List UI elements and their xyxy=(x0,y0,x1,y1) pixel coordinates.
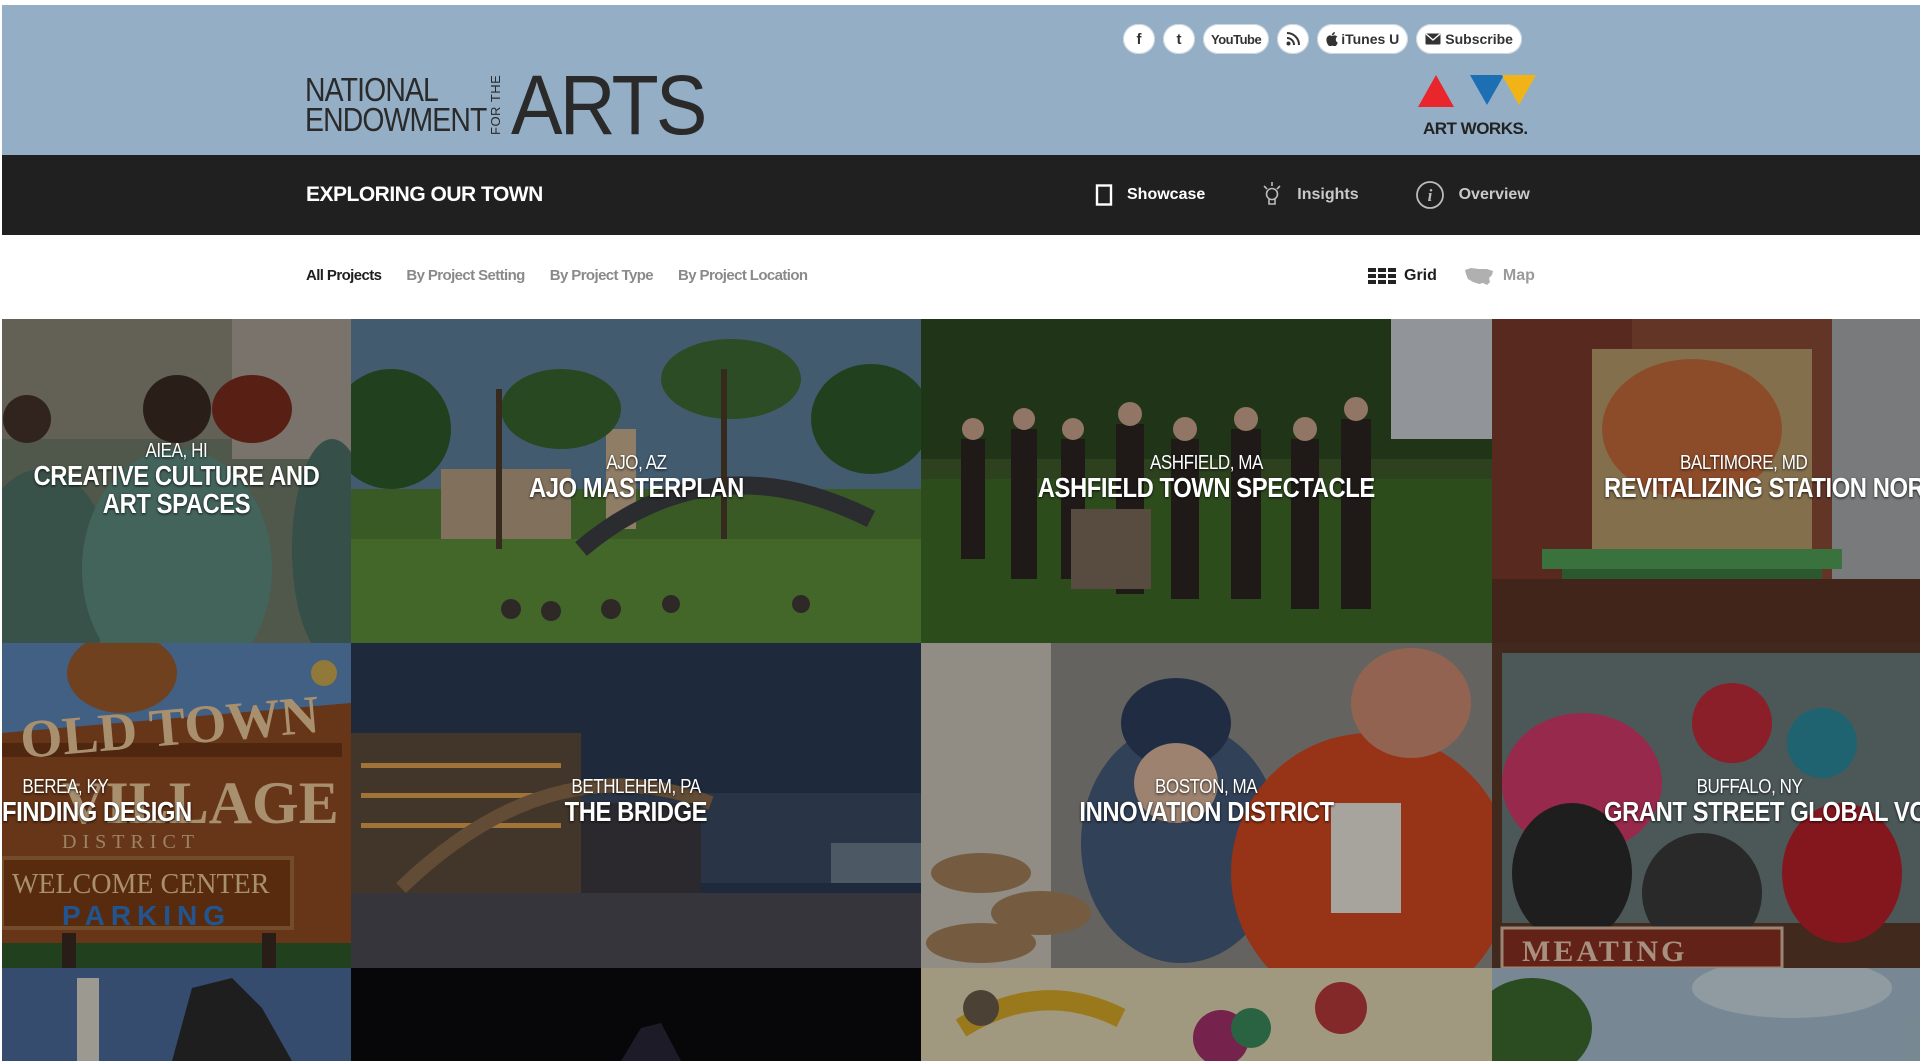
itunes-u-button[interactable]: iTunes U xyxy=(1317,24,1409,54)
view-grid-label: Grid xyxy=(1404,267,1437,284)
facebook-glyph: f xyxy=(1136,30,1142,48)
subscribe-button[interactable]: Subscribe xyxy=(1416,24,1522,54)
tab-overview[interactable]: i Overview xyxy=(1415,155,1530,235)
project-tile[interactable]: AIEA, HI CREATIVE CULTURE AND ART SPACES xyxy=(2,319,351,643)
project-tile[interactable]: OLD TOWN VILLAGE DISTRICT WELCOME CENTER… xyxy=(2,643,351,968)
project-tile[interactable]: BOSTON, MA INNOVATION DISTRICT xyxy=(921,643,1492,968)
project-tile[interactable] xyxy=(351,968,921,1061)
grid-icon xyxy=(1368,268,1396,284)
project-name: ASHFIELD TOWN SPECTACLE xyxy=(1037,472,1376,503)
tile-caption: BOSTON, MA INNOVATION DISTRICT xyxy=(921,643,1492,968)
info-icon: i xyxy=(1415,180,1445,210)
project-tile[interactable]: MEATING BUFFALO, NY GRANT STREET GLOBAL … xyxy=(1492,643,1920,968)
view-toggle: Grid Map xyxy=(1368,266,1535,286)
section-title[interactable]: EXPLORING OUR TOWN xyxy=(306,183,543,207)
project-grid: AIEA, HI CREATIVE CULTURE AND ART SPACES… xyxy=(0,319,1920,1061)
logo-line-endowment: ENDOWMENT xyxy=(305,101,487,138)
subscribe-label: Subscribe xyxy=(1445,31,1513,47)
project-location: AIEA, HI xyxy=(145,440,208,462)
tab-insights[interactable]: Insights xyxy=(1261,155,1359,235)
tile-caption: BALTIMORE, MD REVITALIZING STATION NORT xyxy=(1492,319,1920,643)
filter-by-setting[interactable]: By Project Setting xyxy=(406,267,525,284)
project-tile[interactable] xyxy=(1492,968,1920,1061)
nea-logo[interactable]: NATIONAL ENDOWMENT FOR THE ARTS xyxy=(305,58,722,152)
project-tile[interactable]: AJO, AZ AJO MASTERPLAN xyxy=(351,319,921,643)
view-map-button[interactable]: Map xyxy=(1463,266,1535,286)
twitter-icon[interactable]: t xyxy=(1163,24,1195,54)
tile-caption: BUFFALO, NY GRANT STREET GLOBAL VOIC xyxy=(1492,643,1920,968)
project-name: REVITALIZING STATION NORT xyxy=(1604,472,1920,503)
view-grid-button[interactable]: Grid xyxy=(1368,267,1437,285)
tab-overview-label: Overview xyxy=(1458,186,1530,203)
project-location: ASHFIELD, MA xyxy=(1150,452,1263,474)
logo-for-the: FOR THE xyxy=(487,74,503,136)
rss-icon[interactable] xyxy=(1277,24,1310,54)
tile-overlay xyxy=(2,968,351,1061)
tile-overlay xyxy=(1492,968,1920,1061)
youtube-icon[interactable]: YouTube xyxy=(1203,24,1270,54)
project-location: BOSTON, MA xyxy=(1155,776,1258,798)
project-tile[interactable]: ASHFIELD, MA ASHFIELD TOWN SPECTACLE xyxy=(921,319,1492,643)
tab-insights-label: Insights xyxy=(1297,186,1359,203)
mail-icon xyxy=(1425,33,1441,45)
project-name: GRANT STREET GLOBAL VOIC xyxy=(1604,796,1920,827)
site-header: NATIONAL ENDOWMENT FOR THE ARTS f t YouT… xyxy=(2,5,1920,155)
project-tile[interactable]: BETHLEHEM, PA THE BRIDGE xyxy=(351,643,921,968)
apple-icon xyxy=(1326,32,1338,46)
project-tile[interactable] xyxy=(921,968,1492,1061)
tab-showcase-label: Showcase xyxy=(1127,186,1206,203)
tile-caption: BEREA, KY FINDING DESIGN xyxy=(2,643,351,968)
filter-by-location[interactable]: By Project Location xyxy=(678,267,808,284)
filter-by-type[interactable]: By Project Type xyxy=(550,267,654,284)
svg-text:i: i xyxy=(1427,186,1432,205)
lightbulb-icon xyxy=(1261,180,1283,210)
tile-caption: BETHLEHEM, PA THE BRIDGE xyxy=(351,643,921,968)
tile-caption: AIEA, HI CREATIVE CULTURE AND ART SPACES xyxy=(2,319,351,643)
project-location: BUFFALO, NY xyxy=(1696,776,1803,798)
twitter-glyph: t xyxy=(1176,30,1182,48)
project-location: BETHLEHEM, PA xyxy=(571,776,701,798)
project-name: AJO MASTERPLAN xyxy=(528,472,744,503)
itunes-u-label: iTunes U xyxy=(1341,31,1400,47)
section-nav: EXPLORING OUR TOWN Showcase Insights i O… xyxy=(2,155,1920,243)
art-works-triangles-icon xyxy=(1418,75,1536,107)
facebook-icon[interactable]: f xyxy=(1123,24,1155,54)
project-name: INNOVATION DISTRICT xyxy=(1079,796,1334,827)
art-works-label: ART WORKS. xyxy=(1423,119,1528,138)
tile-overlay xyxy=(351,968,921,1061)
tile-overlay xyxy=(921,968,1492,1061)
project-tile[interactable]: BALTIMORE, MD REVITALIZING STATION NORT xyxy=(1492,319,1920,643)
project-tile[interactable] xyxy=(2,968,351,1061)
filter-bar: All Projects By Project Setting By Proje… xyxy=(0,235,1920,319)
project-location: BALTIMORE, MD xyxy=(1679,452,1808,474)
tab-showcase[interactable]: Showcase xyxy=(1095,155,1206,243)
view-map-label: Map xyxy=(1502,267,1535,284)
logo-arts: ARTS xyxy=(510,58,707,152)
project-filters: All Projects By Project Setting By Proje… xyxy=(306,267,808,284)
tile-caption: AJO, AZ AJO MASTERPLAN xyxy=(351,319,921,643)
logo-wordmark: NATIONAL ENDOWMENT xyxy=(305,73,487,138)
project-name: THE BRIDGE xyxy=(564,796,708,827)
usa-map-icon xyxy=(1463,266,1495,286)
social-links: f t YouTube iTunes U Subscribe xyxy=(1123,24,1522,54)
rss-glyph xyxy=(1286,32,1301,46)
youtube-label: YouTube xyxy=(1211,31,1262,47)
project-name: CREATIVE CULTURE AND ART SPACES xyxy=(33,460,320,519)
filter-all-projects[interactable]: All Projects xyxy=(306,267,382,284)
art-works-logo[interactable]: ART WORKS. xyxy=(1416,73,1540,141)
tile-caption: ASHFIELD, MA ASHFIELD TOWN SPECTACLE xyxy=(921,319,1492,643)
showcase-icon xyxy=(1095,184,1113,206)
project-name: FINDING DESIGN xyxy=(2,796,192,827)
project-location: BEREA, KY xyxy=(22,776,109,798)
section-tabs: Showcase Insights i Overview xyxy=(1095,155,1586,243)
project-location: AJO, AZ xyxy=(605,452,667,474)
